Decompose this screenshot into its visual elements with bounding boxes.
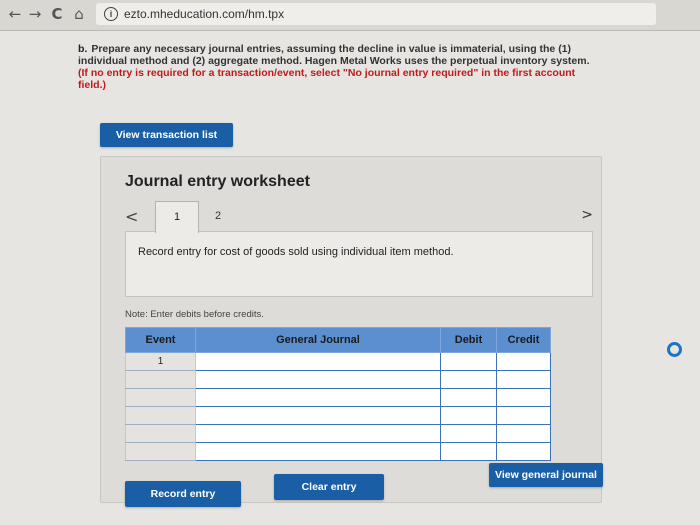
record-entry-button[interactable]: Record entry [125, 481, 241, 507]
url-text[interactable]: ezto.mheducation.com/hm.tpx [124, 7, 284, 21]
instructions-part-label: b. [78, 43, 88, 55]
event-cell: 1 [125, 352, 196, 371]
journal-table: Event General Journal Debit Credit 1 [125, 327, 551, 461]
debit-column-header: Debit [440, 327, 497, 353]
address-bar[interactable]: i ezto.mheducation.com/hm.tpx [96, 3, 656, 25]
prev-entry-chevron-icon[interactable]: < [125, 207, 138, 226]
debit-input[interactable] [440, 388, 497, 407]
instructions-note: (If no entry is required for a transacti… [78, 67, 576, 91]
credit-input[interactable] [496, 370, 551, 389]
account-input[interactable] [195, 388, 441, 407]
journal-entry-worksheet: Journal entry worksheet < 1 2 > Record e… [100, 156, 602, 503]
event-cell [125, 442, 196, 461]
table-row: 1 [125, 352, 551, 371]
reload-icon[interactable]: C [48, 5, 66, 23]
view-general-journal-button[interactable]: View general journal [489, 463, 603, 487]
credit-input[interactable] [496, 424, 551, 443]
clear-entry-button[interactable]: Clear entry [274, 474, 384, 500]
debits-credits-note: Note: Enter debits before credits. [125, 309, 264, 320]
table-row [125, 406, 551, 425]
instructions-text: Prepare any necessary journal entries, a… [78, 43, 590, 67]
event-cell [125, 388, 196, 407]
instructions: b. Prepare any necessary journal entries,… [78, 43, 598, 91]
entry-description-box: Record entry for cost of goods sold usin… [125, 231, 593, 297]
event-cell [125, 406, 196, 425]
table-row [125, 442, 551, 461]
home-icon[interactable]: ⌂ [70, 5, 88, 23]
event-cell [125, 370, 196, 389]
info-icon[interactable]: i [104, 7, 118, 21]
general-journal-column-header: General Journal [195, 327, 441, 353]
event-cell [125, 424, 196, 443]
debit-input[interactable] [440, 424, 497, 443]
credit-input[interactable] [496, 352, 551, 371]
back-arrow-icon[interactable]: ← [6, 5, 24, 23]
table-row [125, 388, 551, 407]
table-row [125, 424, 551, 443]
credit-column-header: Credit [496, 327, 551, 353]
account-input[interactable] [195, 370, 441, 389]
page-content: b. Prepare any necessary journal entries,… [0, 31, 700, 525]
debit-input[interactable] [440, 352, 497, 371]
debit-input[interactable] [440, 442, 497, 461]
forward-arrow-icon[interactable]: → [26, 5, 44, 23]
event-column-header: Event [125, 327, 196, 353]
entry-description: Record entry for cost of goods sold usin… [138, 246, 454, 258]
table-row [125, 370, 551, 389]
debit-input[interactable] [440, 370, 497, 389]
credit-input[interactable] [496, 406, 551, 425]
account-input[interactable] [195, 424, 441, 443]
debit-input[interactable] [440, 406, 497, 425]
account-input[interactable] [195, 406, 441, 425]
worksheet-title: Journal entry worksheet [125, 173, 310, 190]
worksheet-tab-2[interactable]: 2 [197, 201, 239, 231]
account-input[interactable] [195, 442, 441, 461]
credit-input[interactable] [496, 388, 551, 407]
worksheet-tab-1[interactable]: 1 [155, 201, 199, 233]
credit-input[interactable] [496, 442, 551, 461]
next-entry-chevron-icon[interactable]: > [581, 207, 593, 223]
browser-toolbar: ← → C ⌂ i ezto.mheducation.com/hm.tpx [0, 0, 700, 31]
account-input[interactable] [195, 352, 441, 371]
view-transaction-list-button[interactable]: View transaction list [100, 123, 233, 147]
radio-circle-icon[interactable] [667, 342, 682, 357]
